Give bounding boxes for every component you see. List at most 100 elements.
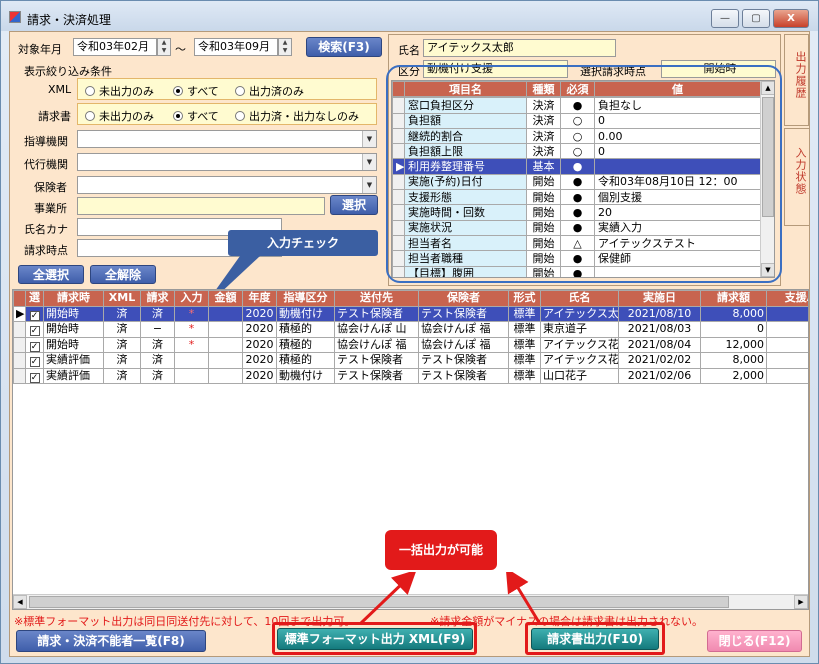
cell-fmt: 標準 bbox=[508, 305, 541, 322]
table-row[interactable]: ✓ 実績評価済済 2020 積極的 テスト保険者 テスト保険者 標準 アイテックス花 2021/… bbox=[13, 352, 808, 369]
tab-input-status-label: 入力状態 bbox=[794, 147, 807, 195]
table-row[interactable]: ✓ 開始時済 − * 2020 積極的 協会けんぽ 山協会けんぽ 福標準 東京道子 2021/0… bbox=[13, 321, 808, 338]
main-header-cell[interactable]: XML bbox=[103, 290, 141, 307]
row-header[interactable] bbox=[13, 352, 26, 369]
xml-radio-unoutput[interactable]: 未出力のみ bbox=[85, 83, 154, 99]
invoice-radio-output[interactable]: 出力済・出力なしのみ bbox=[235, 108, 359, 124]
org-select[interactable]: ▼ bbox=[77, 130, 377, 148]
table-row[interactable]: ✓ 実績評価済済 2020 動機付け テスト保険者 テスト保険者 標準 山口花子 2021/02… bbox=[13, 367, 808, 384]
period-from-spinner[interactable]: ▲ ▼ bbox=[157, 38, 171, 56]
cell-year: 2020 bbox=[242, 305, 277, 322]
main-header-cell[interactable]: 請求時 bbox=[43, 290, 104, 307]
cell-insurer: 協会けんぽ 福 bbox=[418, 321, 509, 338]
cell-year: 2020 bbox=[242, 336, 277, 353]
cell-inv: 済 bbox=[140, 352, 175, 369]
clear-all-button[interactable]: 全解除 bbox=[90, 265, 156, 284]
cell-div: 積極的 bbox=[276, 336, 335, 353]
xml-filter-box: 未出力のみ すべて 出力済のみ bbox=[77, 78, 377, 100]
main-header-cell[interactable]: 請求 bbox=[140, 290, 175, 307]
period-from-field[interactable]: 令和03年02月 bbox=[73, 38, 157, 56]
person-name-label: 氏名 bbox=[398, 44, 420, 57]
office-field[interactable] bbox=[77, 197, 325, 215]
main-header-cell[interactable]: 入力 bbox=[174, 290, 209, 307]
row-checkbox[interactable]: ✓ bbox=[25, 352, 44, 369]
cell-bill: 8,000 bbox=[700, 352, 767, 369]
main-header-cell[interactable]: 金額 bbox=[208, 290, 243, 307]
cell-amount bbox=[208, 352, 243, 369]
main-header-cell[interactable]: 指導区分 bbox=[276, 290, 335, 307]
insurer-select[interactable]: ▼ bbox=[77, 176, 377, 194]
cell-name: 山口花子 bbox=[540, 367, 619, 384]
cell-timing: 開始時 bbox=[43, 336, 104, 353]
select-all-button[interactable]: 全選択 bbox=[18, 265, 84, 284]
row-header[interactable] bbox=[13, 321, 26, 338]
cell-dest: 協会けんぽ 山 bbox=[334, 321, 419, 338]
scroll-right-icon[interactable]: ▶ bbox=[794, 595, 808, 609]
bulk-output-callout: 一括出力が可能 bbox=[385, 530, 497, 570]
invoice-output-button[interactable]: 請求書出力(F10) bbox=[531, 628, 659, 650]
invoice-radio-unoutput[interactable]: 未出力のみ bbox=[85, 108, 154, 124]
proxy-select[interactable]: ▼ bbox=[77, 153, 377, 171]
row-header[interactable]: ▶ bbox=[13, 305, 26, 322]
check-icon: ✓ bbox=[29, 357, 40, 368]
invoice-filter-label: 請求書 bbox=[38, 110, 71, 123]
main-header-cell[interactable]: 保険者 bbox=[418, 290, 509, 307]
cell-supa: ( bbox=[766, 305, 808, 322]
tab-input-status[interactable]: 入力状態 bbox=[784, 128, 809, 226]
row-header[interactable] bbox=[13, 367, 26, 384]
xml-output-button[interactable]: 標準フォーマット出力 XML(F9) bbox=[277, 628, 473, 650]
cell-inv: 済 bbox=[140, 367, 175, 384]
org-label: 指導機関 bbox=[24, 135, 68, 148]
main-header-cell[interactable]: 選 bbox=[25, 290, 44, 307]
cell-supa: ( bbox=[766, 336, 808, 353]
period-to-field[interactable]: 令和03年09月 bbox=[194, 38, 278, 56]
insurer-label: 保険者 bbox=[34, 181, 67, 194]
cell-insurer: テスト保険者 bbox=[418, 352, 509, 369]
person-name-field: アイテックス太郎 bbox=[423, 39, 616, 57]
tab-output-history[interactable]: 出力履歴 bbox=[784, 34, 809, 126]
cell-fmt: 標準 bbox=[508, 336, 541, 353]
check-icon: ✓ bbox=[29, 326, 40, 337]
table-row[interactable]: ▶ ✓ 開始時済済 * 2020 動機付け テスト保険者 テスト保険者 標準 アイテックス太 202… bbox=[13, 305, 808, 322]
row-checkbox[interactable]: ✓ bbox=[25, 336, 44, 353]
row-header[interactable] bbox=[13, 336, 26, 353]
main-grid-header: 選請求時XML請求入力金額年度指導区分送付先保険者形式氏名実施日請求額支援A bbox=[13, 290, 808, 307]
close-window-button[interactable]: X bbox=[773, 9, 809, 28]
client-area: 対象年月 令和03年02月 ▲ ▼ 〜 令和03年09月 ▲ ▼ 検索(F3) 表示… bbox=[9, 31, 810, 657]
office-select-button[interactable]: 選択 bbox=[330, 195, 378, 215]
xml-radio-output[interactable]: 出力済のみ bbox=[235, 83, 304, 99]
proxy-label: 代行機関 bbox=[24, 158, 68, 171]
chevron-down-icon: ▼ bbox=[362, 131, 376, 147]
app-icon bbox=[9, 11, 21, 23]
invoice-radio-all[interactable]: すべて bbox=[173, 108, 219, 124]
table-row[interactable]: ✓ 開始時済済 * 2020 積極的 協会けんぽ 福協会けんぽ 福標準 アイテックス花 202… bbox=[13, 336, 808, 353]
main-header-cell[interactable]: 氏名 bbox=[540, 290, 619, 307]
cell-year: 2020 bbox=[242, 367, 277, 384]
xml-radio-all[interactable]: すべて bbox=[173, 83, 219, 99]
cell-inv: 済 bbox=[140, 336, 175, 353]
main-header-cell[interactable]: 送付先 bbox=[334, 290, 419, 307]
chevron-down-icon: ▼ bbox=[362, 154, 376, 170]
row-checkbox[interactable]: ✓ bbox=[25, 305, 44, 322]
maximize-button[interactable]: ▢ bbox=[742, 9, 770, 28]
cell-date: 2021/08/04 bbox=[618, 336, 701, 353]
close-button[interactable]: 閉じる(F12) bbox=[707, 630, 802, 652]
unable-list-button[interactable]: 請求・決済不能者一覧(F8) bbox=[16, 630, 206, 652]
main-header-cell[interactable]: 請求額 bbox=[700, 290, 767, 307]
row-checkbox[interactable]: ✓ bbox=[25, 321, 44, 338]
cell-input: * bbox=[174, 305, 209, 322]
cell-amount bbox=[208, 336, 243, 353]
cell-year: 2020 bbox=[242, 321, 277, 338]
main-header-cell[interactable]: 年度 bbox=[242, 290, 277, 307]
main-header-cell[interactable]: 支援A bbox=[766, 290, 808, 307]
period-to-spinner[interactable]: ▲ ▼ bbox=[278, 38, 292, 56]
cell-fmt: 標準 bbox=[508, 367, 541, 384]
search-button[interactable]: 検索(F3) bbox=[306, 37, 382, 57]
minimize-button[interactable]: — bbox=[711, 9, 739, 28]
main-header-cell[interactable]: 実施日 bbox=[618, 290, 701, 307]
office-label: 事業所 bbox=[34, 202, 67, 215]
main-header-cell[interactable]: 形式 bbox=[508, 290, 541, 307]
cell-timing: 開始時 bbox=[43, 321, 104, 338]
row-checkbox[interactable]: ✓ bbox=[25, 367, 44, 384]
scroll-left-icon[interactable]: ◀ bbox=[13, 595, 27, 609]
